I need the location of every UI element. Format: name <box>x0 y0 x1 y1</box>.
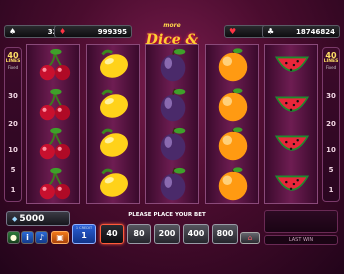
plum-icon <box>160 48 186 82</box>
cherry-icon <box>39 88 71 120</box>
line-marker: 30 <box>8 92 18 100</box>
orange-icon <box>218 48 247 82</box>
watermelon-icon <box>274 96 310 112</box>
chips-icon[interactable]: ● <box>7 231 20 244</box>
line-marker: 20 <box>326 120 336 128</box>
bet-button-80[interactable]: 80 <box>127 224 151 244</box>
orange-icon <box>218 87 247 121</box>
game-logo: more Dice & Roll <box>130 22 214 67</box>
line-marker: 5 <box>328 166 334 174</box>
club-icon: ♣ <box>267 26 275 36</box>
orange-icon <box>218 166 247 200</box>
reel-area <box>26 44 318 204</box>
jackpot-amount: 999395 <box>97 27 127 36</box>
spade-icon: ♠ <box>9 26 17 36</box>
house-icon[interactable]: ⌂ <box>240 232 260 244</box>
jackpot-clubs: ♣ 18746824 <box>262 25 340 38</box>
lemon-icon <box>99 89 128 118</box>
line-marker: 10 <box>326 146 336 154</box>
lemon-icon <box>99 128 128 157</box>
bet-button-40[interactable]: 40 <box>100 224 124 244</box>
balance-value: 5000 <box>19 213 45 224</box>
last-win-display: LAST WIN <box>264 235 338 245</box>
line-marker: 10 <box>8 146 18 154</box>
orange-icon <box>218 127 247 161</box>
line-marker: 30 <box>326 92 336 100</box>
lines-fixed: Fixed <box>325 65 337 70</box>
sound-icon[interactable]: ♪ <box>35 231 48 244</box>
watermelon-icon <box>274 175 310 191</box>
reel-3 <box>145 44 199 204</box>
diamond-icon: ♦ <box>59 26 67 36</box>
info-icon[interactable]: i <box>21 231 34 244</box>
win-display <box>264 210 338 233</box>
lemon-icon <box>99 49 128 78</box>
credit-icon: ◆ <box>12 214 18 223</box>
status-message: PLEASE PLACE YOUR BET <box>128 212 206 218</box>
cherry-icon <box>39 48 71 81</box>
plum-icon <box>160 167 186 200</box>
logo-more: more <box>163 22 181 29</box>
line-marker: 1 <box>10 186 16 194</box>
balance-display: ◆ 5000 <box>6 211 70 226</box>
lines-panel-right: 40 LINES Fixed 30 20 10 5 1 <box>322 47 340 202</box>
reel-1 <box>26 44 80 204</box>
line-marker: 1 <box>328 186 334 194</box>
bet-button-200[interactable]: 200 <box>154 224 180 244</box>
top-bar: ♠ 327364 ♦ 999395 more Dice & Roll ♥ 197… <box>0 0 344 67</box>
reel-5 <box>264 44 318 204</box>
lines-panel-left: 40 LINES Fixed 30 20 10 5 1 <box>4 47 22 202</box>
watermelon-icon <box>274 56 310 72</box>
gamble-icon[interactable]: ▣ <box>51 231 69 244</box>
cherry-icon <box>39 167 71 199</box>
line-marker: 20 <box>8 120 18 128</box>
watermelon-icon <box>274 135 310 151</box>
heart-icon: ♥ <box>229 26 237 36</box>
plum-icon <box>160 88 186 121</box>
reel-2 <box>85 44 140 204</box>
lines-fixed: Fixed <box>7 65 19 70</box>
credit-value: 1 <box>81 231 87 240</box>
plum-icon <box>160 127 186 161</box>
credit-selector[interactable]: 1 CREDIT 1 <box>72 224 96 244</box>
cherry-icon <box>39 127 71 160</box>
bet-button-400[interactable]: 400 <box>183 224 209 244</box>
jackpot-amount: 18746824 <box>296 27 335 36</box>
reel-4 <box>204 44 259 204</box>
line-marker: 5 <box>10 166 16 174</box>
bet-button-800[interactable]: 800 <box>212 224 238 244</box>
jackpot-diamonds: ♦ 999395 <box>54 25 132 38</box>
lemon-icon <box>99 168 128 197</box>
